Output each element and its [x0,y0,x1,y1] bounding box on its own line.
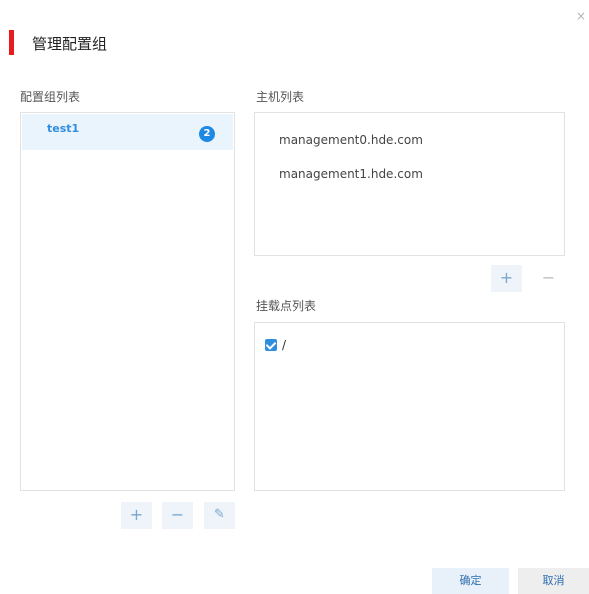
cancel-button[interactable]: 取消 [518,568,589,594]
host-item[interactable]: management0.hde.com [279,133,423,147]
host-list-label: 主机列表 [256,90,305,104]
add-group-button[interactable]: + [121,502,152,529]
dialog-title: 管理配置组 [32,35,108,53]
host-list: management0.hde.com management1.hde.com [254,112,565,256]
edit-group-button[interactable]: ✎ [204,502,235,529]
title-accent-bar [9,30,14,55]
group-list-label: 配置组列表 [20,90,81,104]
mount-path-label: / [282,338,287,352]
host-item[interactable]: management1.hde.com [279,167,423,181]
ok-button[interactable]: 确定 [432,568,509,594]
host-count-badge: 2 [199,126,215,142]
group-item-name: test1 [47,122,80,135]
group-list: test1 2 [20,112,235,491]
remove-group-button[interactable]: − [162,502,193,529]
mount-list-label: 挂载点列表 [256,299,317,313]
group-item-test1[interactable]: test1 2 [22,114,233,150]
close-icon[interactable]: × [573,8,589,24]
checkbox-checked-icon[interactable] [265,339,277,351]
remove-host-button[interactable]: − [533,265,564,292]
minus-icon: − [170,505,185,524]
minus-icon: − [541,268,556,287]
plus-icon: + [129,505,144,524]
mount-item[interactable]: / [265,338,286,352]
mount-list: / [254,322,565,491]
plus-icon: + [499,268,514,287]
pencil-icon: ✎ [214,507,225,522]
add-host-button[interactable]: + [491,265,522,292]
